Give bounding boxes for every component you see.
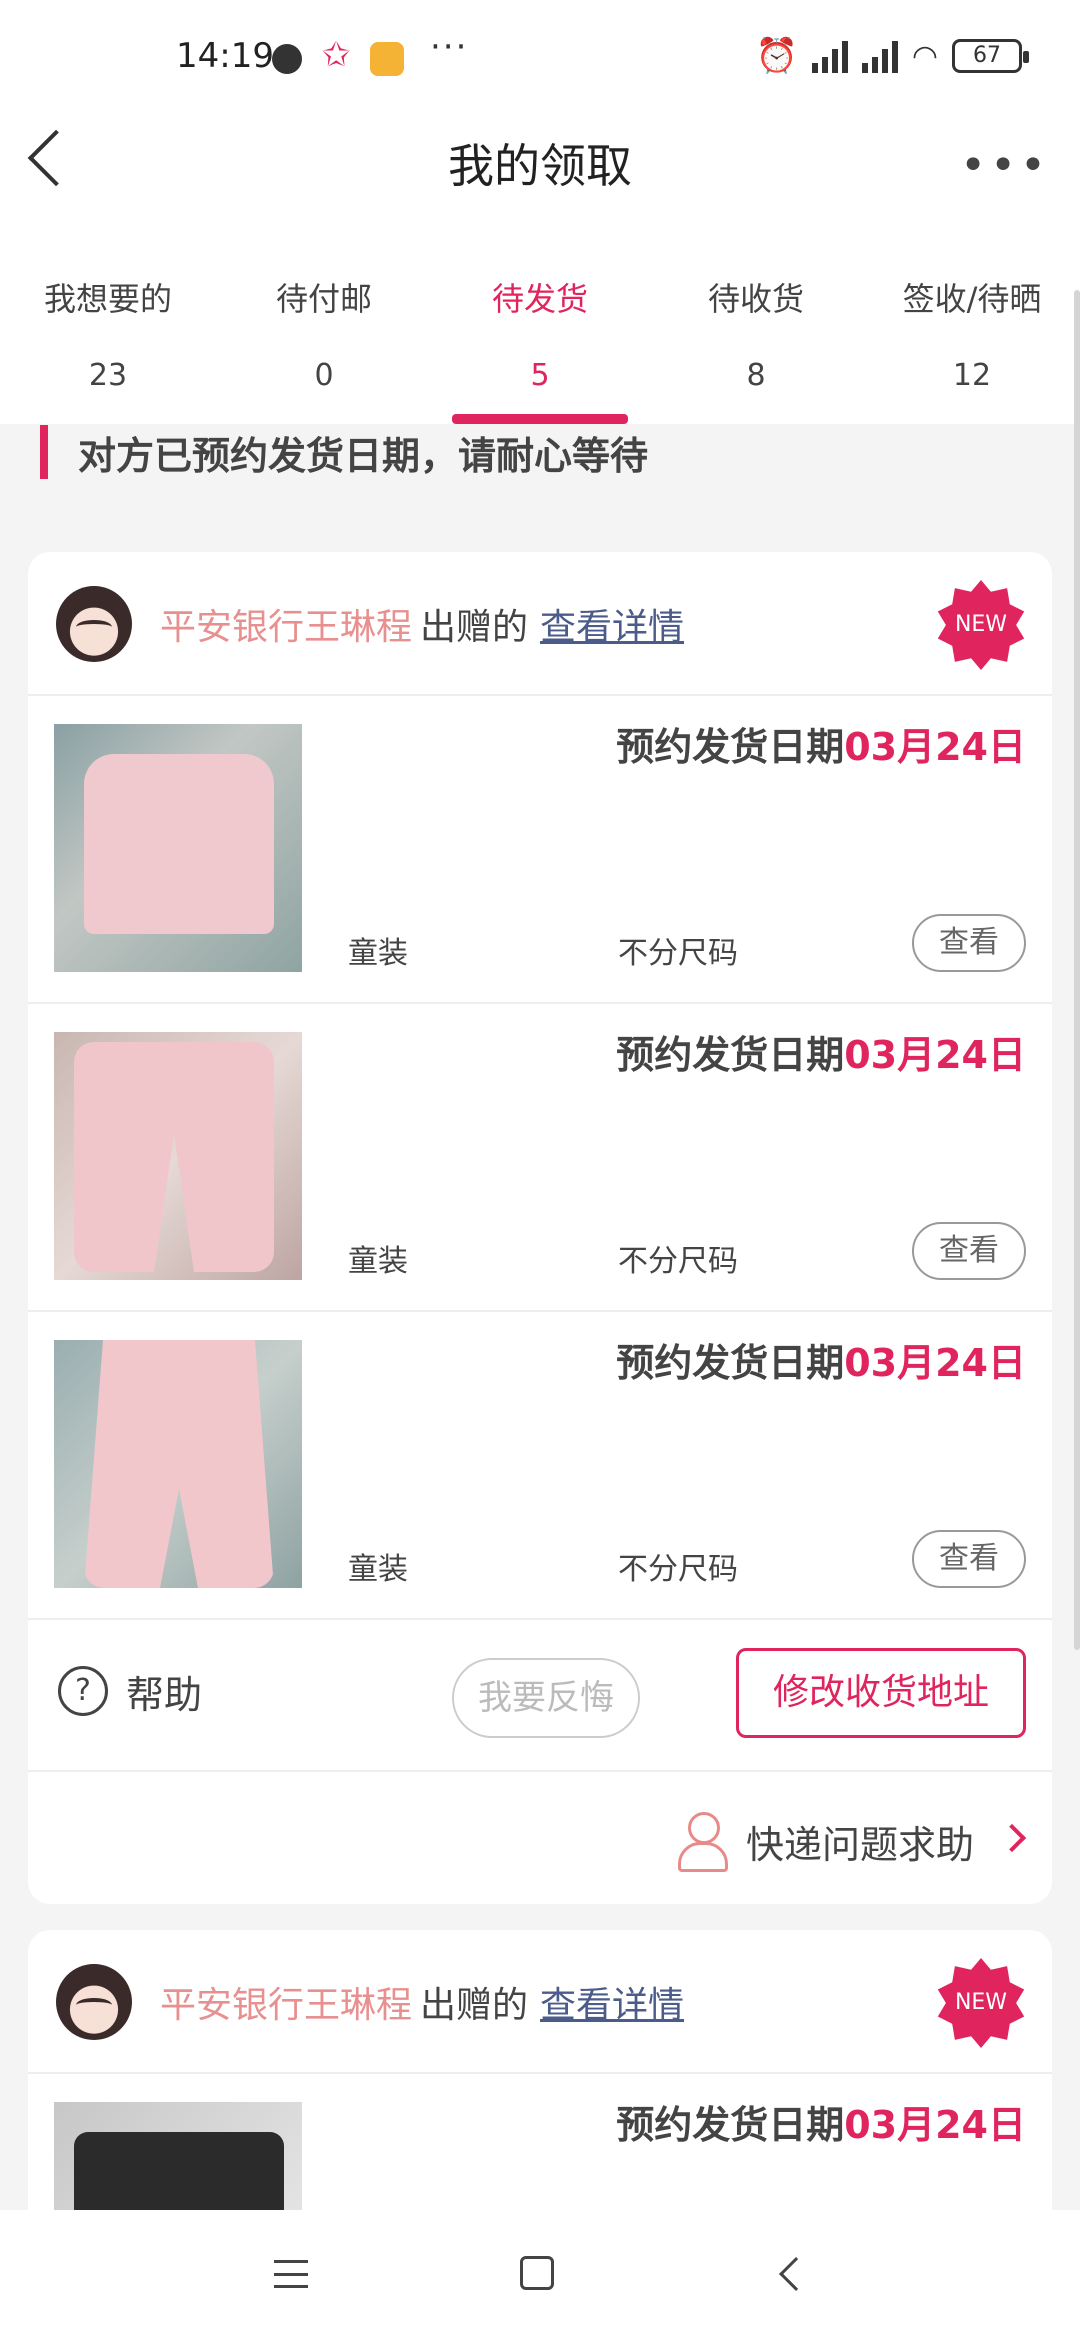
tab-want[interactable]: 我想要的 23: [0, 248, 216, 424]
item-category: 童装: [348, 1552, 408, 1587]
tab-pending-postage[interactable]: 待付邮 0: [216, 248, 432, 424]
donor-line: 平安银行王琳程 出赠的 查看详情: [160, 598, 684, 650]
app-icon: [370, 42, 404, 76]
tab-label: 待发货: [491, 280, 588, 318]
product-image[interactable]: [54, 1032, 302, 1280]
notice-accent-bar: [40, 425, 48, 479]
ship-date: 预约发货日期03月24日: [616, 716, 1026, 771]
item-size: 不分尺码: [618, 1244, 738, 1279]
tab-label: 签收/待晒: [902, 280, 1042, 318]
more-horizontal-icon[interactable]: •••: [960, 140, 1050, 191]
notice-banner: 对方已预约发货日期，请耐心等待: [40, 424, 648, 480]
product-image[interactable]: [54, 724, 302, 972]
star-icon: ✩: [322, 35, 351, 75]
status-bar: 14:19 ✩ ··· ⏰ ◠ 67: [0, 0, 1080, 118]
tab-pending-receipt[interactable]: 待收货 8: [648, 248, 864, 424]
list-item: 预约发货日期03月24日 童装 不分尺码 查看: [28, 1004, 1052, 1312]
help-icon[interactable]: ?: [58, 1666, 108, 1716]
hd-signal-icon: [861, 39, 898, 73]
view-button[interactable]: 查看: [912, 914, 1026, 972]
status-right: ⏰ ◠ 67: [755, 36, 1029, 76]
ship-date-value: 03月24日: [844, 1033, 1026, 1077]
home-icon[interactable]: [520, 2256, 554, 2290]
card-actions: ? 帮助 我要反悔 修改收货地址: [28, 1620, 1052, 1772]
courier-help-label: 快递问题求助: [746, 1823, 975, 1867]
battery-level: 67: [973, 43, 1001, 68]
donor-name[interactable]: 平安银行王琳程: [160, 1985, 412, 2026]
ship-date-label: 预约发货日期: [616, 725, 845, 769]
donor-suffix: 出赠的: [420, 607, 529, 648]
new-badge: NEW: [937, 580, 1025, 670]
ship-date: 预约发货日期03月24日: [616, 1024, 1026, 1079]
donor-suffix: 出赠的: [420, 1985, 529, 2026]
tab-bar: 我想要的 23 待付邮 0 待发货 5 待收货 8 签收/待晒 12: [0, 248, 1080, 424]
help-label[interactable]: 帮助: [126, 1664, 202, 1719]
item-category: 童装: [348, 936, 408, 971]
tab-label: 待付邮: [275, 280, 372, 318]
ship-date-label: 预约发货日期: [616, 2103, 845, 2147]
avatar[interactable]: [56, 586, 132, 662]
tab-count: 0: [314, 358, 334, 393]
product-image[interactable]: [54, 1340, 302, 1588]
card-header: 平安银行王琳程 出赠的 查看详情 NEW: [28, 1930, 1052, 2074]
menu-icon[interactable]: [274, 2260, 308, 2288]
tab-label: 待收货: [707, 280, 804, 318]
new-badge: NEW: [937, 1958, 1025, 2048]
tab-count: 8: [746, 358, 766, 393]
ship-date-value: 03月24日: [844, 2103, 1026, 2147]
ship-date-value: 03月24日: [844, 1341, 1026, 1385]
ship-date: 预约发货日期03月24日: [616, 2094, 1026, 2149]
tab-count: 5: [530, 358, 550, 393]
notice-text: 对方已预约发货日期，请耐心等待: [78, 433, 649, 478]
donor-line: 平安银行王琳程 出赠的 查看详情: [160, 1976, 684, 2028]
courier-help-row[interactable]: 快递问题求助: [28, 1772, 1052, 1902]
dot-icon: [272, 44, 302, 74]
alarm-icon: ⏰: [755, 36, 798, 76]
change-address-button[interactable]: 修改收货地址: [736, 1648, 1026, 1738]
donor-name[interactable]: 平安银行王琳程: [160, 607, 412, 648]
back-icon[interactable]: [779, 2257, 813, 2291]
order-card: 平安银行王琳程 出赠的 查看详情 NEW 预约发货日期03月24日 童装 不分尺码 …: [28, 552, 1052, 1904]
status-time: 14:19: [176, 36, 274, 76]
person-icon: [676, 1812, 728, 1872]
item-size: 不分尺码: [618, 936, 738, 971]
list-item: 预约发货日期03月24日: [28, 2074, 1052, 2230]
tab-count: 12: [952, 358, 992, 393]
ship-date-label: 预约发货日期: [616, 1033, 845, 1077]
view-button[interactable]: 查看: [912, 1222, 1026, 1280]
ship-date: 预约发货日期03月24日: [616, 1332, 1026, 1387]
tab-signed[interactable]: 签收/待晒 12: [864, 248, 1080, 424]
item-size: 不分尺码: [618, 1552, 738, 1587]
view-button[interactable]: 查看: [912, 1530, 1026, 1588]
view-details-link[interactable]: 查看详情: [540, 607, 684, 648]
list-item: 预约发货日期03月24日 童装 不分尺码 查看: [28, 1312, 1052, 1620]
system-nav-bar: [0, 2210, 1080, 2340]
page-title: 我的领取: [448, 139, 632, 193]
ship-date-label: 预约发货日期: [616, 1341, 845, 1385]
scrollbar[interactable]: [1074, 290, 1080, 1650]
card-header: 平安银行王琳程 出赠的 查看详情 NEW: [28, 552, 1052, 696]
battery-icon: 67: [952, 39, 1029, 73]
hd-signal-icon: [811, 39, 848, 73]
order-card: 平安银行王琳程 出赠的 查看详情 NEW 预约发货日期03月24日: [28, 1930, 1052, 2230]
regret-button[interactable]: 我要反悔: [452, 1658, 640, 1738]
chevron-right-icon: [997, 1823, 1027, 1853]
view-details-link[interactable]: 查看详情: [540, 1985, 684, 2026]
tab-label: 我想要的: [43, 280, 172, 318]
avatar[interactable]: [56, 1964, 132, 2040]
tab-pending-shipment[interactable]: 待发货 5: [432, 248, 648, 424]
wifi-icon: ◠: [911, 38, 938, 74]
item-category: 童装: [348, 1244, 408, 1279]
tab-count: 23: [88, 358, 128, 393]
list-item: 预约发货日期03月24日 童装 不分尺码 查看: [28, 696, 1052, 1004]
ship-date-value: 03月24日: [844, 725, 1026, 769]
more-dots-icon: ···: [430, 27, 469, 67]
